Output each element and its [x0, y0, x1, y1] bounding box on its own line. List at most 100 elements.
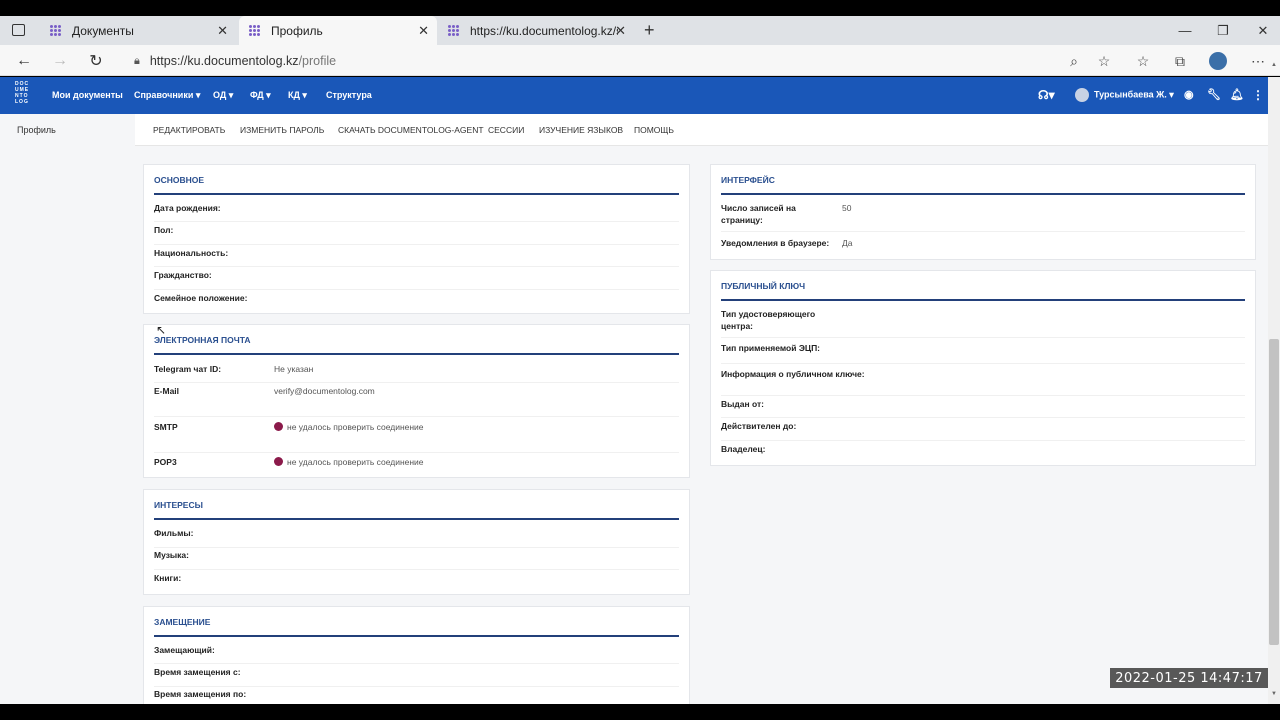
bottom-black-bar	[0, 704, 1280, 720]
url-field[interactable]: 🔒︎ https://ku.documentolog.kz/profile	[128, 49, 1122, 73]
help-button[interactable]: ПОМОЩЬ	[634, 125, 674, 135]
forward-icon[interactable]: →	[48, 49, 72, 73]
field-row: Telegram чат ID: Не указан	[154, 363, 679, 383]
back-icon[interactable]: ←	[12, 49, 36, 73]
favorites-icon[interactable]: ☆	[1131, 49, 1155, 73]
documentolog-logo[interactable]: DOC UME NTO LOG	[15, 81, 37, 111]
field-label: Действителен до:	[721, 421, 797, 431]
sessions-button[interactable]: СЕССИИ	[488, 125, 524, 135]
sidebar: Профиль	[0, 114, 134, 704]
reload-icon[interactable]: ↻	[84, 49, 108, 73]
close-tab-icon[interactable]: ✕	[418, 23, 429, 39]
bell-icon[interactable]: 🔔︎	[1230, 88, 1244, 101]
email-value: verify@documentolog.com	[274, 386, 375, 396]
substitution-card: ЗАМЕЩЕНИЕ Замещающий: Время замещения с:…	[143, 606, 690, 704]
support-headset-icon[interactable]: ☊▾	[1038, 88, 1055, 102]
edit-button[interactable]: РЕДАКТИРОВАТЬ	[153, 125, 225, 135]
field-row: Время замещения с:	[154, 666, 679, 687]
field-row: Уведомления в браузере: Да	[721, 237, 1245, 255]
field-row: Фильмы:	[154, 527, 679, 548]
close-tab-icon[interactable]: ✕	[217, 23, 228, 39]
section-title: ОСНОВНОЕ	[154, 175, 205, 185]
eye-icon[interactable]: ◉	[1184, 88, 1194, 101]
section-divider	[154, 193, 679, 195]
field-label: Книги:	[154, 573, 182, 583]
scroll-down-icon[interactable]: ▼	[1271, 691, 1277, 697]
field-row: Музыка:	[154, 549, 679, 570]
main-content: Профиль РЕДАКТИРОВАТЬ ИЗМЕНИТЬ ПАРОЛЬ СК…	[0, 114, 1268, 704]
nav-od[interactable]: ОД ▾	[213, 90, 233, 101]
interface-card: ИНТЕРФЕЙС Число записей на страницу: 50 …	[710, 164, 1256, 260]
nav-structure[interactable]: Структура	[326, 90, 372, 100]
field-label: Число записей на страницу:	[721, 203, 796, 225]
wrench-icon[interactable]: 🔧︎	[1207, 88, 1221, 101]
profile-actions-bar: РЕДАКТИРОВАТЬ ИЗМЕНИТЬ ПАРОЛЬ СКАЧАТЬ DO…	[135, 114, 1268, 146]
section-title: ЭЛЕКТРОННАЯ ПОЧТА	[154, 335, 251, 345]
tab-actions-icon[interactable]	[12, 24, 25, 36]
kebab-menu-icon[interactable]: ⋮	[1252, 88, 1264, 102]
url-host: https://ku.documentolog.kz	[149, 54, 299, 68]
nav-my-documents[interactable]: Мои документы	[52, 90, 123, 100]
collections-icon[interactable]: ⧉	[1168, 49, 1192, 73]
field-label: Дата рождения:	[154, 203, 221, 213]
new-tab-icon[interactable]: +	[644, 20, 655, 41]
close-tab-icon[interactable]: ✕	[615, 23, 626, 39]
tab-profile[interactable]: Профиль ✕	[239, 16, 437, 45]
user-menu[interactable]: Турсынбаева Ж. ▾	[1075, 88, 1174, 102]
field-label: Гражданство:	[154, 270, 212, 280]
add-favorite-icon[interactable]: ☆	[1092, 49, 1116, 73]
field-label: Музыка:	[154, 550, 189, 560]
field-row: E-Mail verify@documentolog.com	[154, 385, 679, 417]
change-password-button[interactable]: ИЗМЕНИТЬ ПАРОЛЬ	[240, 125, 324, 135]
tab-title: https://ku.documentolog.kz/sup	[470, 23, 618, 38]
nav-kd[interactable]: КД ▾	[288, 90, 307, 101]
profile-avatar-icon[interactable]	[1206, 49, 1230, 73]
field-label: Время замещения с:	[154, 667, 241, 677]
page-scrollbar[interactable]: ▲ ▼	[1268, 62, 1280, 704]
nav-fd[interactable]: ФД ▾	[250, 90, 271, 101]
field-row: Информация о публичном ключе:	[721, 368, 1245, 396]
field-label: POP3	[154, 457, 177, 467]
field-label: SMTP	[154, 422, 178, 432]
field-row: Тип применяемой ЭЦП:	[721, 342, 1245, 364]
field-label: Выдан от:	[721, 399, 764, 409]
nav-directories[interactable]: Справочники ▾	[134, 90, 200, 101]
field-label: Тип применяемой ЭЦП:	[721, 343, 821, 353]
field-label: Замещающий:	[154, 645, 215, 655]
pop3-status: не удалось проверить соединение	[274, 456, 424, 468]
status-dot-icon	[274, 457, 283, 466]
scroll-up-icon[interactable]: ▲	[1271, 62, 1277, 68]
more-options-icon[interactable]: ⋯	[1246, 49, 1270, 73]
tab-title: Профиль	[271, 23, 323, 38]
tab-title: Документы	[72, 23, 134, 38]
smtp-status: не удалось проверить соединение	[274, 421, 424, 433]
field-row: Выдан от:	[721, 398, 1245, 418]
tab-support[interactable]: https://ku.documentolog.kz/sup ✕	[438, 16, 634, 45]
public-key-card: ПУБЛИЧНЫЙ КЛЮЧ Тип удостоверяющего центр…	[710, 270, 1256, 466]
field-label: Информация о публичном ключе:	[721, 369, 865, 379]
field-row: Владелец:	[721, 443, 1245, 461]
field-row: Тип удостоверяющего центра:	[721, 308, 1245, 338]
field-label: Пол:	[154, 225, 174, 235]
field-label: Фильмы:	[154, 528, 194, 538]
field-row: Гражданство:	[154, 269, 679, 290]
per-page-value: 50	[842, 203, 852, 213]
zoom-icon[interactable]: ⌕	[1062, 49, 1086, 73]
sidebar-item-profile[interactable]: Профиль	[17, 125, 56, 135]
address-bar: ← → ↻ 🔒︎ https://ku.documentolog.kz/prof…	[0, 45, 1280, 76]
user-name: Турсынбаева Ж. ▾	[1094, 89, 1174, 100]
field-row: Время замещения по:	[154, 688, 679, 704]
section-title: ИНТЕРФЕЙС	[721, 175, 775, 185]
field-label: E-Mail	[154, 386, 180, 396]
notify-value: Да	[842, 238, 853, 248]
close-window-icon[interactable]: ✕	[1240, 16, 1280, 45]
field-row: Замещающий:	[154, 644, 679, 664]
email-card: ЭЛЕКТРОННАЯ ПОЧТА Telegram чат ID: Не ук…	[143, 324, 690, 478]
lock-icon: 🔒︎	[134, 54, 140, 67]
language-study-button[interactable]: ИЗУЧЕНИЕ ЯЗЫКОВ	[539, 125, 623, 135]
field-row: POP3 не удалось проверить соединение	[154, 456, 679, 476]
tab-documents[interactable]: Документы ✕	[40, 16, 236, 45]
download-agent-button[interactable]: СКАЧАТЬ DOCUMENTOLOG-AGENT	[338, 125, 484, 135]
scrollbar-thumb[interactable]	[1269, 339, 1279, 645]
pop3-status-text: не удалось проверить соединение	[287, 457, 424, 467]
